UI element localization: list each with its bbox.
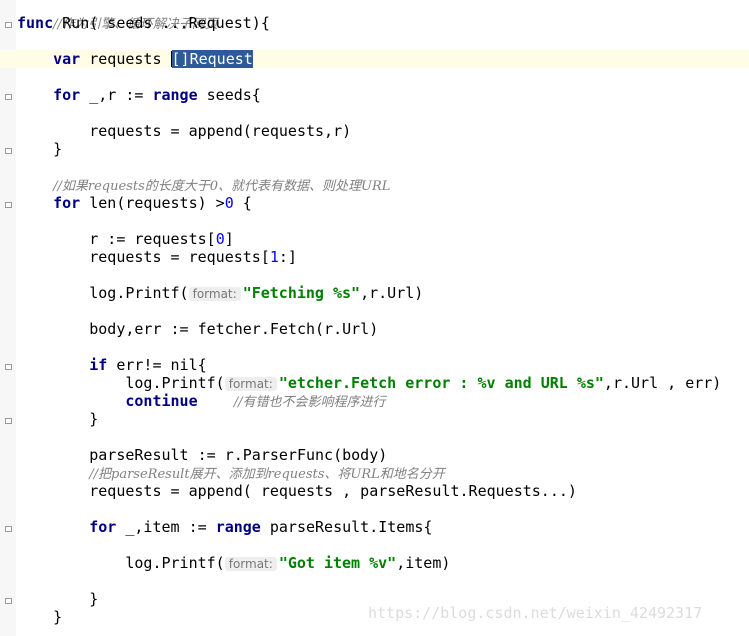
code-text: requests = requests[ — [89, 248, 270, 266]
code-line-comment-len[interactable]: //如果requests的长度大于0、就代表有数据、则处理URL — [17, 176, 749, 194]
code-text: log.Printf( — [125, 374, 225, 392]
keyword-continue: continue — [125, 392, 198, 410]
keyword-var: var — [53, 50, 81, 68]
comment: //把parseResult展开、添加到requests、将URL和地名分开 — [89, 467, 445, 482]
code-text: :] — [278, 248, 297, 266]
code-text: seeds{ — [197, 86, 261, 104]
string-literal: "etcher.Fetch error : %v and URL %s" — [278, 374, 604, 392]
keyword-range: range — [215, 518, 261, 536]
code-text: ,item) — [396, 554, 451, 572]
keyword-for: for — [53, 86, 81, 104]
parameter-hint: format: — [224, 377, 277, 391]
code-line-func[interactable]: func Run( seeds ...Request){ — [17, 14, 749, 32]
code-line-for-len[interactable]: for len(requests) >0 { — [17, 194, 749, 212]
code-text: log.Printf( — [125, 554, 225, 572]
keyword-range: range — [152, 86, 198, 104]
code-text: } — [53, 608, 63, 626]
code-line-if-err[interactable]: if err!= nil{ — [17, 356, 749, 374]
number-literal: 0 — [215, 230, 225, 248]
parameter-hint: format: — [224, 557, 277, 571]
code-text: parseResult.Items{ — [260, 518, 433, 536]
code-line-var-requests[interactable]: var requests []Request — [0, 50, 749, 68]
parameter-hint: format: — [188, 287, 241, 301]
comment: //如果requests的长度大于0、就代表有数据、则处理URL — [53, 179, 391, 194]
code-line-log-fetching[interactable]: log.Printf(format: "Fetching %s",r.Url) — [17, 284, 749, 302]
code-line-continue[interactable]: continue //有错也不会影响程序进行 — [17, 392, 749, 410]
keyword-for: for — [89, 518, 117, 536]
fold-marker-for-items[interactable] — [5, 526, 12, 532]
code-line-log-error[interactable]: log.Printf(format: "etcher.Fetch error : … — [17, 374, 749, 392]
code-text: requests = append(requests,r) — [89, 122, 352, 140]
fold-marker-func[interactable] — [5, 22, 12, 28]
fold-marker-end-for-items[interactable] — [5, 598, 12, 604]
code-text: ] — [224, 230, 234, 248]
code-line-requests-slice[interactable]: requests = requests[1:] — [17, 248, 749, 266]
fold-marker-end-for-seeds[interactable] — [5, 148, 12, 154]
code-text: } — [89, 590, 99, 608]
number-literal: 0 — [224, 194, 234, 212]
code-text: log.Printf( — [89, 284, 189, 302]
keyword-func: func — [17, 14, 54, 32]
code-text: } — [53, 140, 63, 158]
code-line-comment-parse[interactable]: //把parseResult展开、添加到requests、将URL和地名分开 — [17, 464, 749, 482]
code-line-parse-result[interactable]: parseResult := r.ParserFunc(body) — [17, 446, 749, 464]
code-text: } — [89, 410, 99, 428]
code-line-for-seeds[interactable]: for _,r := range seeds{ — [17, 86, 749, 104]
code-line-comment-header[interactable]: //作为引擎、循环解决子网页 — [17, 0, 749, 32]
number-literal: 1 — [269, 248, 279, 266]
code-text: requests = append( requests , parseResul… — [89, 482, 577, 500]
code-text: parseResult := r.ParserFunc(body) — [89, 446, 388, 464]
comment: //有错也不会影响程序进行 — [233, 395, 386, 410]
code-editor[interactable]: //作为引擎、循环解决子网页 func Run( seeds ...Reques… — [0, 0, 749, 636]
code-text: _,item := — [116, 518, 216, 536]
code-text: Run( seeds ...Request){ — [53, 14, 270, 32]
fold-marker-if[interactable] — [5, 364, 12, 370]
string-literal: "Got item %v" — [278, 554, 397, 572]
code-line-fetch[interactable]: body,err := fetcher.Fetch(r.Url) — [17, 320, 749, 338]
code-line-append-requests[interactable]: requests = append( requests , parseResul… — [17, 482, 749, 500]
code-line-close-if[interactable]: } — [17, 410, 749, 428]
code-line-for-items[interactable]: for _,item := range parseResult.Items{ — [17, 518, 749, 536]
code-text: _,r := — [80, 86, 153, 104]
fold-marker-for-seeds[interactable] — [5, 94, 12, 100]
code-text: r := requests[ — [89, 230, 216, 248]
code-text: len(requests) > — [80, 194, 225, 212]
code-line-append[interactable]: requests = append(requests,r) — [17, 122, 749, 140]
code-line-log-item[interactable]: log.Printf(format: "Got item %v",item) — [17, 554, 749, 572]
code-line-r-assign[interactable]: r := requests[0] — [17, 230, 749, 248]
code-line-close-brace[interactable]: } — [17, 140, 749, 158]
code-text: err!= nil{ — [107, 356, 207, 374]
code-text: ,r.Url , err) — [603, 374, 722, 392]
keyword-if: if — [89, 356, 108, 374]
selected-text[interactable]: []Request — [171, 50, 253, 68]
watermark: https://blog.csdn.net/weixin_42492317 — [368, 604, 703, 622]
fold-marker-for-len[interactable] — [5, 202, 12, 208]
code-text: ,r.Url) — [360, 284, 424, 302]
string-literal: "Fetching %s" — [242, 284, 361, 302]
code-text: { — [233, 194, 252, 212]
keyword-for: for — [53, 194, 81, 212]
code-text: requests — [80, 50, 171, 68]
code-text: body,err := fetcher.Fetch(r.Url) — [89, 320, 379, 338]
fold-marker-end-if[interactable] — [5, 418, 12, 424]
